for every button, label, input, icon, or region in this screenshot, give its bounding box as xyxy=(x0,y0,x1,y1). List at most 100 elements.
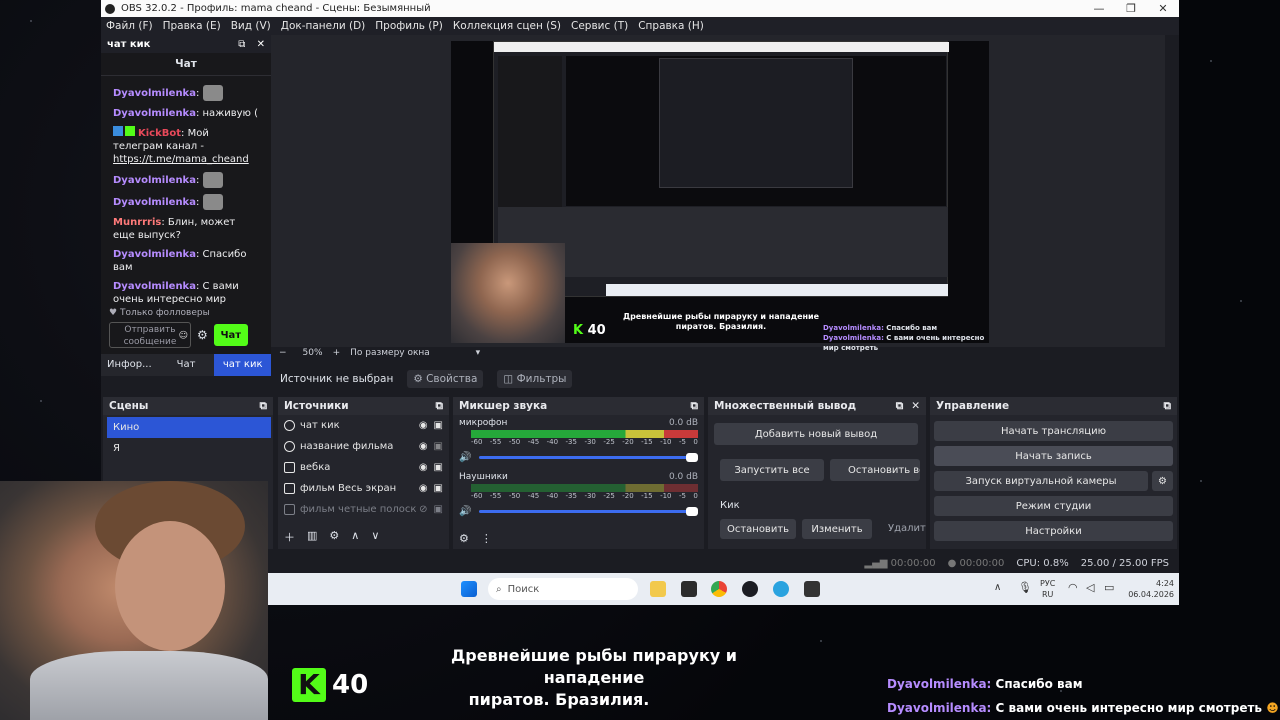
lock-icon[interactable]: ▣ xyxy=(434,462,443,473)
undock-icon[interactable]: ⧉ xyxy=(436,400,444,413)
undock-icon[interactable]: ⧉ xyxy=(1164,400,1172,413)
advanced-audio-icon[interactable]: ⚙ xyxy=(459,532,469,545)
close-dock-icon[interactable]: ✕ xyxy=(257,39,265,50)
scene-item[interactable]: Я xyxy=(107,438,273,459)
zoom-out-button[interactable]: − xyxy=(279,348,287,358)
source-item[interactable]: фильм четные полоск ⊘ ▣ xyxy=(278,499,449,520)
tray-chevron-icon[interactable]: ∧ xyxy=(994,582,1001,593)
volume-slider[interactable] xyxy=(479,453,698,462)
eye-icon[interactable]: ◉ xyxy=(419,441,428,452)
move-up-icon[interactable]: ∧ xyxy=(351,529,359,545)
gear-icon[interactable]: ⚙ xyxy=(329,529,339,545)
battery-icon[interactable]: ▭ xyxy=(1104,581,1114,594)
tab-kick-chat[interactable]: чат кик xyxy=(214,354,272,376)
tab-info[interactable]: Инфор... xyxy=(101,354,158,376)
undock-icon[interactable]: ⧉ xyxy=(238,39,245,50)
volume-knob[interactable] xyxy=(686,453,698,462)
language-indicator[interactable]: РУС RU xyxy=(1040,578,1055,600)
virtual-camera-button[interactable]: Запуск виртуальной камеры xyxy=(934,471,1148,491)
fit-dropdown[interactable]: По размеру окна ▾ xyxy=(350,348,480,358)
virtual-camera-settings-button[interactable]: ⚙ xyxy=(1152,471,1173,491)
windows-start-icon[interactable] xyxy=(461,581,477,597)
menu-help[interactable]: Справка (H) xyxy=(633,20,709,32)
trash-icon[interactable]: ▥ xyxy=(307,529,317,545)
edit-output-button[interactable]: Изменить xyxy=(802,519,872,539)
source-item[interactable]: фильм Весь экран ◉ ▣ xyxy=(278,478,449,499)
app-icon[interactable] xyxy=(681,581,697,597)
studio-mode-button[interactable]: Режим студии xyxy=(934,496,1173,516)
menu-scene-collection[interactable]: Коллекция сцен (S) xyxy=(448,20,566,32)
eye-icon[interactable]: ◉ xyxy=(419,483,428,494)
chat-settings-icon[interactable]: ⚙ xyxy=(197,328,208,342)
speaker-icon[interactable]: 🔊 xyxy=(459,452,471,463)
undock-icon[interactable]: ⧉ xyxy=(691,400,699,413)
menu-view[interactable]: Вид (V) xyxy=(226,20,276,32)
eye-hidden-icon[interactable]: ⊘ xyxy=(419,504,427,515)
obs-taskbar-icon[interactable] xyxy=(742,581,758,597)
lock-icon[interactable]: ▣ xyxy=(434,504,443,515)
chat-separator: : xyxy=(195,88,200,99)
source-item[interactable]: чат кик ◉ ▣ xyxy=(278,415,449,436)
scale-tick: -10 xyxy=(660,492,672,500)
chat-input[interactable]: Отправить сообщение ☺ xyxy=(109,322,191,348)
kick-logo-icon: K xyxy=(292,668,326,702)
volume-icon[interactable]: ◁ xyxy=(1086,581,1094,594)
move-down-icon[interactable]: ∨ xyxy=(371,529,379,545)
settings-button[interactable]: Настройки xyxy=(934,521,1173,541)
channel-name: микрофон xyxy=(459,418,508,428)
send-chat-button[interactable]: Чат xyxy=(213,324,248,346)
eye-icon[interactable]: ◉ xyxy=(419,420,428,431)
minimize-button[interactable]: — xyxy=(1083,2,1115,15)
menu-profile[interactable]: Профиль (P) xyxy=(370,20,448,32)
filters-button[interactable]: ◫ Фильтры xyxy=(497,370,573,388)
scene-item[interactable]: Кино xyxy=(107,417,271,438)
chat-overlay: Dyavolmilenka: Спасибо вам Dyavolmilenka… xyxy=(887,672,1279,720)
windows-taskbar: ⌕ Поиск ∧ 🎙 РУС RU ◠ ◁ ▭ 4:24 06.04.2026 xyxy=(268,573,1179,605)
lock-icon[interactable]: ▣ xyxy=(434,420,443,431)
terminal-icon[interactable] xyxy=(804,581,820,597)
clock[interactable]: 4:24 06.04.2026 xyxy=(1120,578,1174,600)
lock-icon[interactable]: ▣ xyxy=(434,441,443,452)
add-icon[interactable]: ＋ xyxy=(284,529,295,545)
chrome-icon[interactable] xyxy=(711,581,727,597)
source-item[interactable]: вебка ◉ ▣ xyxy=(278,457,449,478)
file-explorer-icon[interactable] xyxy=(650,581,666,597)
undock-icon[interactable]: ⧉ xyxy=(896,400,904,412)
zoom-in-button[interactable]: + xyxy=(333,348,341,358)
source-item[interactable]: название фильма ◉ ▣ xyxy=(278,436,449,457)
start-stream-button[interactable]: Начать трансляцию xyxy=(934,421,1173,441)
delete-output-button[interactable]: Удалит xyxy=(888,523,926,534)
add-output-button[interactable]: Добавить новый вывод xyxy=(714,423,918,445)
lock-icon[interactable]: ▣ xyxy=(434,483,443,494)
tab-chat[interactable]: Чат xyxy=(157,354,215,376)
overlay-chat-user: Dyavolmilenka: xyxy=(887,701,992,715)
taskbar-search[interactable]: ⌕ Поиск xyxy=(488,578,638,600)
stop-all-button[interactable]: Остановить все xyxy=(830,459,920,481)
preview-canvas[interactable]: K 40 Древнейшие рыбы пираруку и нападени… xyxy=(451,41,989,352)
menu-docks[interactable]: Док-панели (D) xyxy=(276,20,371,32)
properties-button[interactable]: ⚙ Свойства xyxy=(407,370,484,388)
close-dock-icon[interactable]: ✕ xyxy=(911,400,920,412)
stop-output-button[interactable]: Остановить xyxy=(720,519,796,539)
volume-row: 🔊 xyxy=(459,452,698,463)
close-button[interactable]: ✕ xyxy=(1147,2,1179,15)
menu-tools[interactable]: Сервис (T) xyxy=(566,20,633,32)
eye-icon[interactable]: ◉ xyxy=(419,462,428,473)
maximize-button[interactable]: ❐ xyxy=(1115,2,1147,15)
more-icon[interactable]: ⋮ xyxy=(481,532,492,545)
wifi-icon[interactable]: ◠ xyxy=(1068,581,1078,594)
speaker-icon[interactable]: 🔊 xyxy=(459,506,471,517)
telegram-icon[interactable] xyxy=(773,581,789,597)
menu-file[interactable]: Файл (F) xyxy=(101,20,158,32)
undock-icon[interactable]: ⧉ xyxy=(260,400,268,413)
chat-link[interactable]: https://t.me/mama_cheand xyxy=(113,154,249,165)
emoji-icon[interactable]: ☺ xyxy=(179,330,188,342)
menu-edit[interactable]: Правка (E) xyxy=(158,20,226,32)
controls-header: Управление ⧉ xyxy=(930,397,1177,415)
start-recording-button[interactable]: Начать запись xyxy=(934,446,1173,466)
volume-slider[interactable] xyxy=(479,507,698,516)
volume-knob[interactable] xyxy=(686,507,698,516)
start-all-button[interactable]: Запустить все xyxy=(720,459,824,481)
microphone-icon[interactable]: 🎙 xyxy=(1018,581,1032,594)
preview-area[interactable]: K 40 Древнейшие рыбы пираруку и нападени… xyxy=(271,35,1165,358)
